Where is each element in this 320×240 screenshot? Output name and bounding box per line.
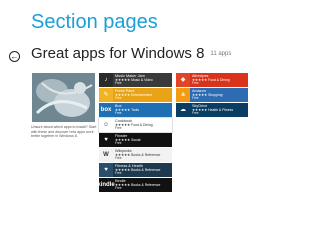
app-info: Cookbook ★★★★★ Food & Dining Free (115, 119, 170, 131)
app-tile[interactable]: ♥ Fitness & Health ★★★★★ Books & Reference… (99, 163, 172, 177)
app-icon: ♪ (99, 73, 113, 87)
app-icon: ☁ (176, 103, 190, 117)
app-info: Flixster ★★★★★ Social Free (115, 134, 170, 146)
page-title: Section pages (31, 11, 158, 33)
app-price: Free (115, 96, 122, 101)
app-info: Box ★★★★★ Tools Free (115, 104, 170, 116)
app-icon: ✎ (99, 88, 113, 102)
app-icon: ◆ (176, 73, 190, 87)
app-price: Free (115, 156, 122, 161)
app-price: Free (192, 111, 199, 116)
app-price: Free (115, 141, 122, 146)
app-icon: ☺ (99, 118, 113, 132)
app-tile[interactable]: a Amazon ★★★★★ Shopping Free (176, 88, 248, 102)
app-count: 11 apps (210, 51, 232, 58)
app-info: Kindle ★★★★★ Books & Reference Free (115, 179, 170, 191)
app-tile[interactable]: ✎ Fresh Paint ★★★★★ Entertainment Free (99, 88, 172, 102)
app-icon: kindle (99, 178, 115, 192)
arrow-left-icon: ← (10, 52, 19, 61)
app-icon: ♥ (99, 133, 113, 147)
collection-description: Unsure about which apps to install? Star… (31, 125, 97, 139)
app-price: Free (192, 81, 199, 86)
back-button[interactable]: ← (9, 51, 20, 62)
app-price: Free (115, 171, 122, 176)
app-info: Fitness & Health ★★★★★ Books & Reference F… (115, 164, 170, 176)
app-icon: a (176, 88, 190, 102)
app-tile[interactable]: W Wikipedia ★★★★★ Books & Reference Free (99, 148, 172, 162)
app-tile[interactable]: kindle Kindle ★★★★★ Books & Reference Free (99, 178, 172, 192)
app-tile[interactable]: ♥ Flixster ★★★★★ Social Free (99, 133, 172, 147)
app-price: Free (115, 111, 122, 116)
app-price: Free (115, 81, 122, 86)
app-price: Free (115, 186, 122, 191)
collection-title-text: Great apps for Windows 8 (31, 45, 205, 62)
app-info: Wikipedia ★★★★★ Books & Reference Free (115, 149, 170, 161)
app-info: Fresh Paint ★★★★★ Entertainment Free (115, 89, 170, 101)
collection-title: Great apps for Windows 8 11 apps (31, 44, 231, 64)
app-info: Allrecipes ★★★★★ Food & Dining Free (192, 74, 246, 86)
app-info: Amazon ★★★★★ Shopping Free (192, 89, 246, 101)
app-icon: box (99, 103, 113, 117)
app-tile[interactable]: box Box ★★★★★ Tools Free (99, 103, 172, 117)
app-info: Music Maker Jam ★★★★★ Music & Video Free (115, 74, 170, 86)
app-info: SkyDrive ★★★★★ Health & Fitness Free (192, 104, 246, 116)
hero-image (32, 73, 95, 122)
app-price: Free (192, 96, 199, 101)
app-price: Free (115, 126, 122, 131)
app-tile[interactable]: ◆ Allrecipes ★★★★★ Food & Dining Free (176, 73, 248, 87)
app-icon: W (99, 148, 113, 162)
app-icon: ♥ (99, 163, 113, 177)
hero-image-graphic (32, 73, 95, 122)
app-tile[interactable]: ♪ Music Maker Jam ★★★★★ Music & Video Free (99, 73, 172, 87)
app-tile[interactable]: ☁ SkyDrive ★★★★★ Health & Fitness Free (176, 103, 248, 117)
app-tile[interactable]: ☺ Cookbook ★★★★★ Food & Dining Free (98, 117, 173, 133)
